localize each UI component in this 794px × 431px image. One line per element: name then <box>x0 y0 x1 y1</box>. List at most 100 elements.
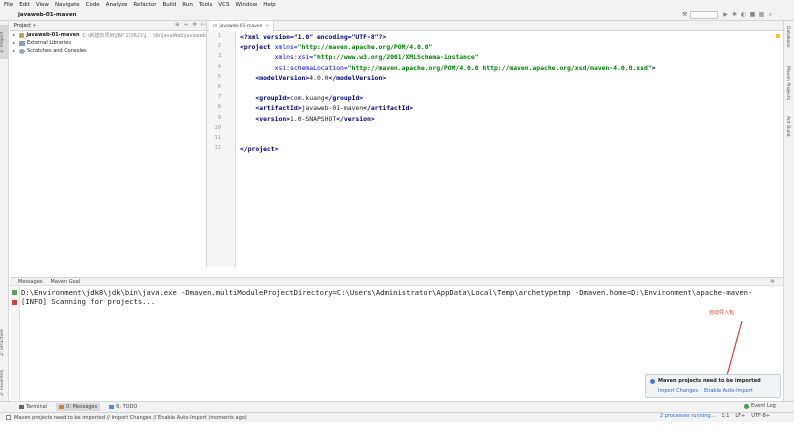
warning-marker-icon[interactable] <box>776 34 780 38</box>
tab-messages[interactable]: Messages <box>18 279 43 285</box>
menu-item-build[interactable]: Build <box>162 2 176 8</box>
menu-item-help[interactable]: Help <box>263 2 276 8</box>
messages-icon <box>59 405 65 409</box>
rerun-icon[interactable] <box>12 290 17 295</box>
code-line[interactable]: <project xmlns="http://maven.apache.org/… <box>240 43 432 51</box>
line-separator[interactable]: LF÷ <box>735 413 745 419</box>
navigation-bar: javaweb-01-maven <box>0 9 794 21</box>
maven-file-icon: m <box>213 23 218 29</box>
line-number: 9 <box>217 114 221 121</box>
bottom-tab-label: 0: Messages <box>66 404 98 410</box>
enable-auto-import-link[interactable]: Enable Auto-Import <box>704 388 753 394</box>
build-icon[interactable]: ⚒ <box>682 11 687 18</box>
toolbar: ▶ ✱ ◐ ■ ▦ ⌕ <box>722 11 774 18</box>
menu-item-run[interactable]: Run <box>182 2 193 8</box>
code-line[interactable]: </project> <box>240 145 278 153</box>
menu-item-code[interactable]: Code <box>86 2 100 8</box>
code-line[interactable]: <modelVersion>4.0.0</modelVersion> <box>240 74 386 82</box>
event-log-label: Event Log <box>751 403 776 409</box>
tree-item-label: javaweb-01-maven <box>26 32 80 38</box>
tab-todo[interactable]: 6: TODO <box>106 403 140 411</box>
gear-icon[interactable]: ✲ <box>770 279 775 285</box>
line-number: 8 <box>217 104 221 111</box>
tab-maven-goal[interactable]: Maven Goal <box>51 279 81 285</box>
code-line[interactable]: <artifactId>javaweb-01-maven</artifactId… <box>240 104 413 112</box>
tab-favorites[interactable]: 2: Favorites <box>0 366 9 400</box>
project-view-dropdown[interactable]: Project <box>14 23 31 29</box>
code-line[interactable]: <version>1.0-SNAPSHOT</version> <box>240 114 375 123</box>
search-icon[interactable]: ⌕ <box>767 11 774 18</box>
code-line[interactable]: <groupId>com.kuang</groupId> <box>240 94 363 102</box>
xml-attr-token: xmlns= <box>274 43 298 52</box>
hide-icon[interactable]: ⊢ <box>201 22 206 28</box>
menu-item-analyze[interactable]: Analyze <box>106 2 128 8</box>
project-panel: Project ▾ ⊕ ÷ ✲ ⊢ ▸ javaweb-01-maven C:\新建… <box>10 21 207 267</box>
notification-title: Maven projects need to be imported <box>658 378 761 384</box>
tree-item[interactable]: ▸ Scratches and Consoles <box>10 47 206 55</box>
menu-item-tools[interactable]: Tools <box>199 2 213 8</box>
tree-item[interactable]: ▸ External Libraries <box>10 39 206 47</box>
chevron-down-icon[interactable]: ▾ <box>33 23 36 29</box>
code-line[interactable]: xmlns:xsi="http://www.w3.org/2001/XMLSch… <box>240 53 479 61</box>
tab-database[interactable]: Database <box>785 26 790 47</box>
xml-text-token: 1.0-SNAPSHOT <box>290 114 337 123</box>
import-notification: Maven projects need to be imported Impor… <box>645 374 781 398</box>
xml-tag-token: <version> <box>255 114 291 123</box>
xml-tag-token: </version> <box>336 114 375 123</box>
right-tool-strip: Database Maven Projects Ant Build <box>783 21 794 401</box>
line-number: 5 <box>217 73 221 80</box>
tab-terminal[interactable]: Terminal <box>16 403 50 411</box>
code-editor[interactable]: <?xml version="1.0" encoding="UTF-8"?> <p… <box>240 31 780 267</box>
sync-icon[interactable]: ⊕ <box>175 22 180 28</box>
code-line[interactable]: <?xml version="1.0" encoding="UTF-8"?> <box>240 33 386 41</box>
breadcrumb[interactable]: javaweb-01-maven <box>18 12 77 18</box>
code-line[interactable]: xsi:schemaLocation="http://maven.apache.… <box>240 64 656 72</box>
menu-item-vcs[interactable]: VCS <box>218 2 229 8</box>
tab-structure[interactable]: Z: Structure <box>0 326 9 360</box>
import-changes-link[interactable]: Import Changes <box>658 388 698 394</box>
menu-item-file[interactable]: File <box>4 2 13 8</box>
run-config-dropdown[interactable] <box>690 11 718 19</box>
xml-text-token <box>240 74 255 82</box>
coverage-icon[interactable]: ◐ <box>740 11 747 18</box>
xml-pi-token: <?xml version="1.0" encoding="UTF-8"?> <box>240 33 387 41</box>
editor-tab[interactable]: m javaweb-01-maven × <box>209 21 275 31</box>
caret-position[interactable]: 1:1 <box>721 413 729 419</box>
terminal-icon <box>19 405 24 409</box>
event-log-button[interactable]: Event Log <box>744 403 776 409</box>
background-processes[interactable]: 2 processes running... <box>660 413 715 419</box>
menu-item-navigate[interactable]: Navigate <box>55 2 80 8</box>
file-encoding[interactable]: UTF-8÷ <box>751 413 770 419</box>
xml-tag-token: </groupId> <box>324 94 364 103</box>
stop-icon[interactable] <box>12 300 17 305</box>
menu-item-view[interactable]: View <box>36 2 49 8</box>
line-number: 10 <box>214 124 221 131</box>
status-message[interactable]: Maven projects need to be imported // Im… <box>14 415 247 421</box>
info-icon <box>650 379 655 384</box>
debug-icon[interactable]: ✱ <box>731 11 738 18</box>
tab-maven-projects[interactable]: Maven Projects <box>785 66 790 100</box>
toggle-tool-windows-icon[interactable] <box>6 415 11 420</box>
tab-ant-build[interactable]: Ant Build <box>785 116 790 136</box>
library-icon <box>19 40 25 46</box>
folder-icon <box>18 32 25 38</box>
xml-tag-token: <project <box>240 43 275 52</box>
tab-messages[interactable]: 0: Messages <box>56 403 101 411</box>
tree-item[interactable]: ▸ javaweb-01-maven C:\新建的项目\JBP 2\0621\J..… <box>10 31 206 39</box>
line-number: 12 <box>214 145 221 152</box>
xml-text-token <box>240 104 255 112</box>
xml-val-token: "http://maven.apache.org/POM/4.0.0 http:… <box>347 63 652 72</box>
line-number: 2 <box>217 43 221 50</box>
expand-arrow-icon[interactable]: ▸ <box>13 33 19 38</box>
gear-icon[interactable]: ✲ <box>192 22 197 28</box>
run-icon[interactable]: ▶ <box>722 11 729 18</box>
menu-item-edit[interactable]: Edit <box>19 2 30 8</box>
project-structure-icon[interactable]: ▦ <box>758 11 765 18</box>
tab-project[interactable]: 1: Project <box>0 25 9 59</box>
xml-text-token: 4.0.0 <box>309 73 329 82</box>
menu-item-refactor[interactable]: Refactor <box>133 2 156 8</box>
menu-item-window[interactable]: Window <box>236 2 258 8</box>
collapse-icon[interactable]: ÷ <box>184 22 189 28</box>
stop-icon[interactable]: ■ <box>749 11 756 18</box>
close-icon[interactable]: × <box>266 24 270 29</box>
